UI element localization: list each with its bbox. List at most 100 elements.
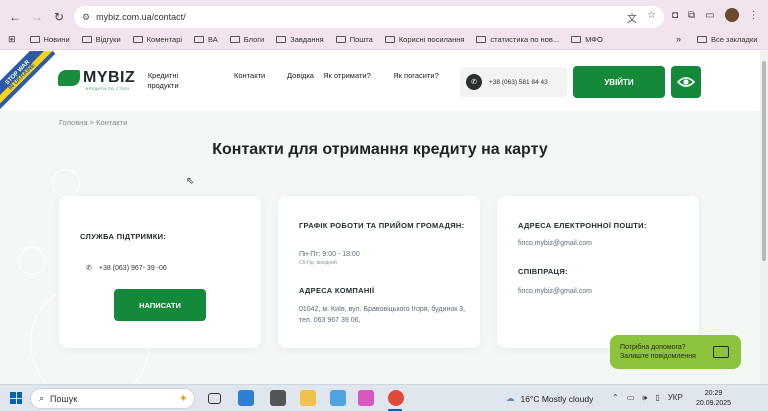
- company-address: 01042, м. Київ, вул. Бравовіцького Ігоря…: [299, 306, 466, 324]
- file-explorer-icon[interactable]: [300, 390, 316, 406]
- bookmark-star-icon[interactable]: ☆: [647, 10, 656, 25]
- sidebar-icon[interactable]: ▭: [705, 10, 714, 21]
- schedule-hours: Пн-Пт: 9:00 - 18:00: [299, 251, 360, 258]
- folder-icon: [335, 36, 346, 43]
- screenshot-icon[interactable]: ◘: [672, 10, 678, 21]
- folder-icon: [194, 36, 205, 43]
- url-text: mybiz.com.ua/contact/: [96, 12, 186, 22]
- nav-how-to-repay[interactable]: Як погасити?: [390, 71, 442, 81]
- phone-icon: ✆: [86, 265, 92, 272]
- bookmark-item[interactable]: ВА: [194, 35, 218, 44]
- folder-icon: [29, 36, 40, 43]
- phone-icon: ✆: [466, 74, 482, 90]
- show-hidden-icons-icon[interactable]: ⌃: [612, 393, 619, 403]
- write-button[interactable]: НАПИСАТИ: [114, 289, 206, 321]
- search-highlight-icon: ✦: [178, 393, 188, 405]
- accessibility-eye-button[interactable]: [671, 66, 701, 98]
- weather-widget[interactable]: ☁ 16°C Mostly cloudy: [506, 393, 593, 404]
- bookmarks-more-icon[interactable]: »: [676, 34, 681, 44]
- forward-icon[interactable]: →: [26, 6, 48, 28]
- logo-text: MYBIZ: [83, 69, 136, 86]
- folder-icon: [276, 36, 287, 43]
- stop-war-ribbon: STOP WAR IN UKRAINE: [0, 51, 56, 111]
- logo-tagline: КРЕДИТИ ПО СТОЛІ: [86, 87, 130, 91]
- reload-icon[interactable]: ↻: [48, 6, 70, 28]
- browser-toolbar: ← → ↻ ⚙ mybiz.com.ua/contact/ 文 ☆ ◘ ⧉ ▭ …: [0, 0, 768, 34]
- translate-icon[interactable]: 文: [627, 10, 637, 25]
- extensions-icon[interactable]: ⧉: [688, 10, 695, 21]
- network-icon[interactable]: ▭: [627, 393, 635, 403]
- back-icon[interactable]: ←: [4, 6, 26, 28]
- bookmark-item[interactable]: Корисні посилання: [384, 35, 464, 44]
- chrome-icon[interactable]: [388, 390, 404, 406]
- nav-credit-products[interactable]: Кредитні продукти: [140, 71, 186, 91]
- bookmark-item[interactable]: Завдання: [276, 35, 324, 44]
- bookmark-item[interactable]: МФО: [571, 35, 603, 44]
- help-line-2: Залиште повідомлення: [620, 353, 696, 360]
- address-heading: АДРЕСА КОМПАНІЇ: [299, 286, 375, 295]
- bookmark-item[interactable]: Коментарі: [132, 35, 182, 44]
- email-heading: АДРЕСА ЕЛЕКТРОННОЇ ПОШТИ:: [518, 221, 647, 230]
- nav-contacts[interactable]: Контакти: [234, 71, 265, 81]
- breadcrumb-current: Контакти: [96, 118, 128, 127]
- all-bookmarks[interactable]: Все закладки: [697, 35, 757, 44]
- profile-avatar[interactable]: [724, 8, 739, 22]
- page-title: Контакти для отримання кредиту на карту: [212, 141, 548, 158]
- notepad-icon[interactable]: [330, 390, 346, 406]
- volume-icon[interactable]: 🕪: [642, 393, 647, 403]
- page-scrollbar[interactable]: [760, 51, 768, 384]
- task-view-icon[interactable]: [208, 393, 221, 404]
- chat-icon: [713, 346, 729, 358]
- folder-icon: [384, 36, 395, 43]
- language-indicator[interactable]: УКР: [668, 393, 683, 403]
- windows-taskbar: ⌕ Пошук ✦ ☁ 16°C Mostly cloudy ⌃ ▭ 🕪 ▯ У…: [0, 384, 768, 411]
- nav-help[interactable]: Довідка: [287, 71, 314, 81]
- calculator-icon[interactable]: [270, 390, 286, 406]
- folder-icon: [132, 36, 143, 43]
- logo-icon: [58, 70, 80, 86]
- copilot-icon[interactable]: [358, 390, 374, 406]
- breadcrumb: Головна > Контакти: [59, 118, 128, 127]
- mouse-cursor-icon: ⇖: [186, 176, 195, 187]
- system-tray: ⌃ ▭ 🕪 ▯ УКР: [612, 393, 683, 403]
- cooperation-heading: СПІВПРАЦЯ:: [518, 267, 568, 276]
- taskbar-clock[interactable]: 20:29 20.09.2025: [696, 389, 731, 409]
- battery-icon[interactable]: ▯: [655, 393, 659, 403]
- web-page: STOP WAR IN UKRAINE MYBIZ КРЕДИТИ ПО СТО…: [0, 51, 768, 384]
- bookmark-item[interactable]: Блоги: [229, 35, 264, 44]
- support-card: СЛУЖБА ПІДТРИМКИ: ✆ +38 (063) 967- 39 -06…: [59, 196, 261, 348]
- folder-icon: [697, 36, 707, 43]
- login-button[interactable]: УВІЙТИ: [573, 66, 665, 98]
- breadcrumb-home[interactable]: Головна: [59, 118, 88, 127]
- folder-icon: [229, 36, 240, 43]
- cooperation-email[interactable]: finco.mybiz@gmail.com: [518, 286, 592, 297]
- support-phone[interactable]: ✆ +38 (063) 967- 39 -06: [86, 263, 167, 274]
- address-bar[interactable]: ⚙ mybiz.com.ua/contact/ 文 ☆: [74, 6, 664, 28]
- folder-icon: [476, 36, 487, 43]
- header-phone[interactable]: ✆ +38 (063) 581 84 43: [460, 67, 567, 97]
- folder-icon: [81, 36, 92, 43]
- microsoft-store-icon[interactable]: [238, 390, 254, 406]
- site-logo[interactable]: MYBIZ: [58, 69, 135, 87]
- decorative-circle: [52, 169, 80, 197]
- taskbar-search[interactable]: ⌕ Пошук ✦: [30, 388, 195, 409]
- schedule-weekend: Сб-Нд: вихідний: [299, 260, 337, 266]
- help-chat-widget[interactable]: Потрібна допомога? Залиште повідомлення: [610, 335, 741, 369]
- bookmark-item[interactable]: Новини: [29, 35, 70, 44]
- cloud-icon: ☁: [506, 393, 515, 403]
- apps-icon[interactable]: ⊞: [8, 34, 16, 45]
- support-heading: СЛУЖБА ПІДТРИМКИ:: [80, 232, 167, 241]
- bookmark-item[interactable]: статистика по нов...: [476, 35, 559, 44]
- bookmark-item[interactable]: Пошта: [335, 35, 373, 44]
- site-info-icon[interactable]: ⚙: [82, 12, 90, 23]
- nav-how-to-get[interactable]: Як отримати?: [322, 71, 372, 81]
- search-icon: ⌕: [39, 393, 45, 403]
- schedule-card: ГРАФІК РОБОТИ ТА ПРИЙОМ ГРОМАДЯН: Пн-Пт:…: [278, 196, 480, 348]
- email-card: АДРЕСА ЕЛЕКТРОННОЇ ПОШТИ: finco.mybiz@gm…: [497, 196, 699, 348]
- help-line-1: Потрібна допомога?: [620, 344, 686, 351]
- folder-icon: [571, 36, 582, 43]
- support-email[interactable]: finco.mybiz@gmail.com: [518, 238, 592, 249]
- menu-icon[interactable]: ⋮: [749, 10, 759, 21]
- bookmark-item[interactable]: Відгуки: [81, 35, 121, 44]
- windows-start-icon[interactable]: [10, 392, 22, 404]
